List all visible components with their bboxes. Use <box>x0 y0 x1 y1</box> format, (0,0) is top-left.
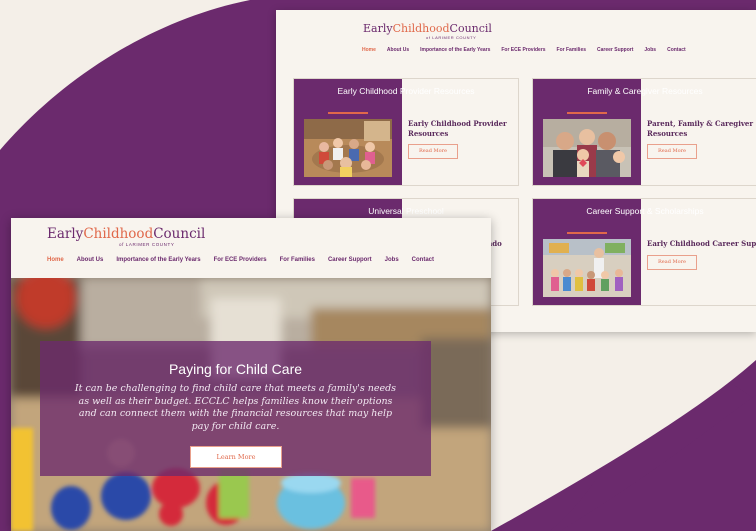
logo-text-early: Early <box>47 226 84 242</box>
card-accent-bar <box>567 112 607 114</box>
front-browser-window: EarlyChildhoodCouncil of LARIMER COUNTY … <box>11 218 491 531</box>
nav-item-importance-of-the-early-years[interactable]: Importance of the Early Years <box>116 257 200 263</box>
card-panel-title: Family & Caregiver Resources <box>587 86 703 96</box>
hero-body-text: It can be challenging to find child care… <box>74 383 397 432</box>
nav-item-career-support[interactable]: Career Support <box>328 257 372 263</box>
card-panel-title: Universal Preschool <box>368 206 444 216</box>
main-nav: Home About Us Importance of the Early Year… <box>47 257 434 263</box>
card-panel-title: Career Support & Scholarships <box>586 206 704 216</box>
card-accent-bar <box>328 112 368 114</box>
card-accent-bar <box>567 232 607 234</box>
hero-overlay: Paying for Child Care It can be challeng… <box>40 341 431 476</box>
nav-item-career-support[interactable]: Career Support <box>597 47 633 53</box>
card-career-support: Career Support & Scholarships Early Chil… <box>532 198 756 306</box>
card-family-resources: Family & Caregiver Resources Parent, Fam… <box>532 78 756 186</box>
logo-text-childhood: Childhood <box>83 226 154 242</box>
hero-section: Paying for Child Care It can be challeng… <box>11 278 491 531</box>
card-photo-family[interactable] <box>543 119 631 177</box>
card-title[interactable]: Early Childhood Career Support <box>647 239 756 249</box>
nav-item-home[interactable]: Home <box>47 257 64 263</box>
nav-item-importance-of-the-early-years[interactable]: Importance of the Early Years <box>420 47 490 53</box>
site-logo[interactable]: EarlyChildhoodCouncil <box>363 22 492 35</box>
read-more-button[interactable]: Read More <box>647 144 697 159</box>
site-logo[interactable]: EarlyChildhoodCouncil <box>47 226 205 242</box>
card-title[interactable]: Parent, Family & Caregiver Resources <box>647 119 753 139</box>
nav-item-about-us[interactable]: About Us <box>77 257 104 263</box>
nav-item-contact[interactable]: Contact <box>412 257 434 263</box>
main-nav: Home About Us Importance of the Early Year… <box>362 47 686 53</box>
nav-item-for-ece-providers[interactable]: For ECE Providers <box>501 47 545 53</box>
learn-more-button[interactable]: Learn More <box>190 446 282 468</box>
nav-item-for-ece-providers[interactable]: For ECE Providers <box>214 257 267 263</box>
nav-item-jobs[interactable]: Jobs <box>385 257 399 263</box>
nav-item-for-families[interactable]: For Families <box>557 47 586 53</box>
logo-tagline: of LARIMER COUNTY <box>119 242 175 247</box>
hero-heading: Paying for Child Care <box>168 361 303 377</box>
logo-tagline: of LARIMER COUNTY <box>426 35 477 40</box>
nav-item-about-us[interactable]: About Us <box>387 47 409 53</box>
nav-item-jobs[interactable]: Jobs <box>644 47 656 53</box>
nav-item-home[interactable]: Home <box>362 47 376 53</box>
logo-text-council: Council <box>153 226 206 242</box>
card-title[interactable]: Early Childhood Provider Resources <box>408 119 507 139</box>
logo-text-early: Early <box>363 22 393 35</box>
card-provider-resources: Early Childhood Provider Resources Early… <box>293 78 519 186</box>
card-photo-classroom[interactable] <box>543 239 631 297</box>
logo-text-childhood: Childhood <box>392 22 450 35</box>
logo-text-council: Council <box>449 22 492 35</box>
nav-item-for-families[interactable]: For Families <box>280 257 315 263</box>
card-panel-title: Early Childhood Provider Resources <box>337 86 475 96</box>
read-more-button[interactable]: Read More <box>408 144 458 159</box>
nav-item-contact[interactable]: Contact <box>667 47 686 53</box>
read-more-button[interactable]: Read More <box>647 255 697 270</box>
card-photo-children-circle[interactable] <box>304 119 392 177</box>
